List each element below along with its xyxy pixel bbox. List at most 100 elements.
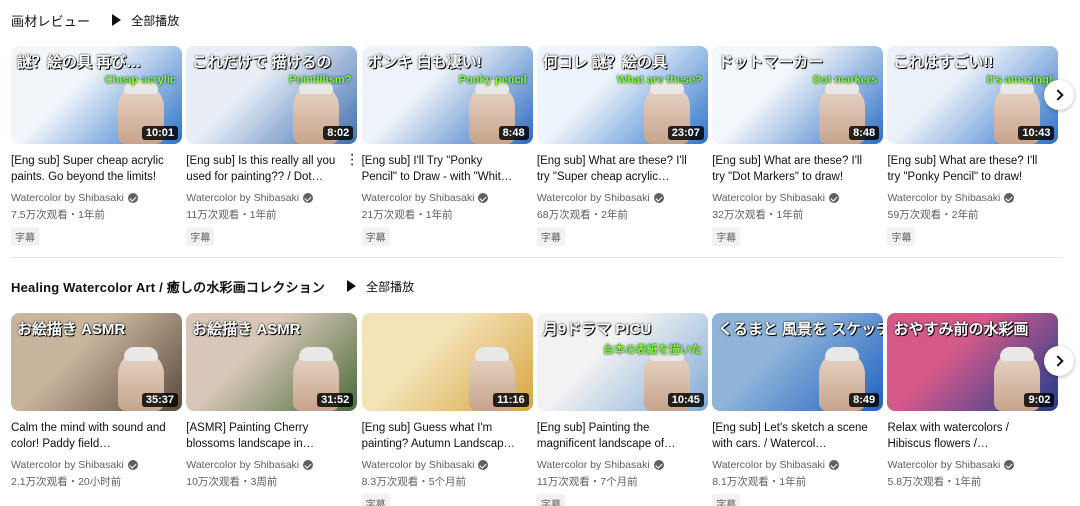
shelf-art-supply-reviews: 画材レビュー 全部播放 謎？絵の具 再び… Cheap acrylic 10:0… [0,0,1080,258]
video-thumbnail[interactable]: 謎？絵の具 再び… Cheap acrylic 10:01 [11,46,182,144]
video-card[interactable]: くるまと 風景を スケッチ 8:49 [Eng sub] Let's sketc… [712,313,884,506]
channel-name[interactable]: Watercolor by Shibasaki [186,192,343,204]
video-title[interactable]: [Eng sub] Is this really all you used fo… [186,153,343,185]
video-thumbnail[interactable]: ドットマーカー Dot markers 8:48 [712,46,884,144]
duration-badge: 35:37 [141,393,178,407]
thumbnail-caption: ドットマーカー [718,54,824,71]
thumbnail-subcaption: Pointillism? [288,74,352,86]
duration-badge: 11:16 [493,393,529,407]
subtitle-badge: 字幕 [887,227,916,246]
thumbnail-subcaption: it's amazing! [986,74,1053,86]
video-thumbnail[interactable]: ポンキ 白も凄い! Ponky pencil 8:48 [361,46,533,144]
channel-label: Watercolor by Shibasaki [11,459,124,471]
video-thumbnail[interactable]: 月9ドラマ PICU 台本の表紙を描いた 10:45 [536,313,708,411]
video-title[interactable]: [Eng sub] Super cheap acrylic paints. Go… [11,153,168,185]
channel-name[interactable]: Watercolor by Shibasaki [537,192,694,204]
video-meta: [Eng sub] I'll Try "Ponky Pencil" to Dra… [361,144,533,246]
video-thumbnail[interactable]: くるまと 風景を スケッチ 8:49 [712,313,884,411]
view-stats: 2.1万次观看・20小时前 [11,476,122,488]
view-stats: 7.5万次观看・1年前 [11,209,105,221]
next-arrow-button[interactable] [1044,346,1074,376]
channel-name[interactable]: Watercolor by Shibasaki [712,192,869,204]
channel-name[interactable]: Watercolor by Shibasaki [186,459,343,471]
shelf-title[interactable]: Healing Watercolor Art / 癒しの水彩画コレクション [11,277,325,296]
video-thumbnail[interactable]: お絵描き ASMR 35:37 [11,313,182,411]
thumbnail-caption: くるまと 風景を スケッチ [718,321,884,338]
duration-badge: 10:43 [1018,126,1055,140]
thumbnail-caption: 謎？絵の具 再び… [17,54,142,71]
video-card[interactable]: これだけで 描けるの Pointillism? 8:02 [Eng sub] I… [186,46,359,246]
play-all-label: 全部播放 [131,13,180,28]
shelf-title[interactable]: 画材レビュー [11,11,90,30]
channel-label: Watercolor by Shibasaki [361,459,475,471]
video-card[interactable]: 11:16 [Eng sub] Guess what I'm painting?… [361,313,533,506]
video-card[interactable]: 何コレ 謎？絵の具 What are these? 23:07 [Eng sub… [536,46,708,246]
video-thumbnail[interactable]: お絵描き ASMR 31:52 [186,313,358,411]
channel-name[interactable]: Watercolor by Shibasaki [712,459,869,471]
channel-name[interactable]: Watercolor by Shibasaki [11,459,168,471]
video-meta: Relax with watercolors / Hibiscus flower… [887,411,1058,489]
video-thumbnail[interactable]: これだけで 描けるの Pointillism? 8:02 [186,46,358,144]
channel-name[interactable]: Watercolor by Shibasaki [537,459,694,471]
play-all-button[interactable]: 全部播放 [347,278,414,295]
channel-name[interactable]: Watercolor by Shibasaki [362,192,519,204]
next-arrow-button[interactable] [1044,80,1074,110]
video-card[interactable]: これはすごい!! it's amazing! 10:43 [Eng sub] W… [887,46,1059,246]
video-card[interactable]: お絵描き ASMR 31:52 [ASMR] Painting Cherry b… [186,313,358,506]
video-card[interactable]: 月9ドラマ PICU 台本の表紙を描いた 10:45 [Eng sub] Pai… [536,313,708,506]
duration-badge: 8:49 [849,393,880,407]
video-card[interactable]: おやすみ前の水彩画 9:02 Relax with watercolors / … [887,313,1059,506]
subtitle-badge: 字幕 [361,227,390,246]
video-title[interactable]: [Eng sub] I'll Try "Ponky Pencil" to Dra… [362,153,519,185]
more-options-icon[interactable]: ⋮ [345,152,359,166]
video-title[interactable]: [Eng sub] Painting the magnificent lands… [537,420,694,452]
video-thumbnail[interactable]: おやすみ前の水彩画 9:02 [887,313,1059,411]
thumbnail-caption: お絵描き ASMR [17,321,126,338]
subtitle-badge: 字幕 [536,227,565,246]
video-title[interactable]: Calm the mind with sound and color! Padd… [11,420,168,452]
video-thumbnail[interactable]: これはすごい!! it's amazing! 10:43 [887,46,1059,144]
view-stats: 11万次观看・1年前 [186,209,277,221]
duration-badge: 8:48 [498,126,529,140]
video-title[interactable]: [Eng sub] Let's sketch a scene with cars… [712,420,869,452]
video-meta: [Eng sub] Is this really all you used fo… [186,144,357,246]
subtitle-badge: 字幕 [712,227,741,246]
channel-name[interactable]: Watercolor by Shibasaki [887,459,1044,471]
channel-name[interactable]: Watercolor by Shibasaki [11,192,168,204]
video-card[interactable]: ドットマーカー Dot markers 8:48 [Eng sub] What … [712,46,884,246]
video-card[interactable]: ポンキ 白も凄い! Ponky pencil 8:48 [Eng sub] I'… [361,46,533,246]
thumbnail-caption: お絵描き ASMR [192,321,301,338]
duration-badge: 10:01 [141,126,178,140]
video-card[interactable]: お絵描き ASMR 35:37 Calm the mind with sound… [11,313,182,506]
chevron-right-icon [1051,355,1064,367]
verified-check-icon [303,460,314,470]
play-icon [347,280,357,292]
video-card[interactable]: 謎？絵の具 再び… Cheap acrylic 10:01 [Eng sub] … [11,46,182,246]
video-title[interactable]: [Eng sub] What are these? I'll try "Ponk… [887,153,1044,185]
channel-label: Watercolor by Shibasaki [186,459,300,471]
video-row: お絵描き ASMR 35:37 Calm the mind with sound… [11,313,1063,506]
video-thumbnail[interactable]: 何コレ 謎？絵の具 What are these? 23:07 [536,46,708,144]
duration-badge: 10:45 [667,393,704,407]
channel-label: Watercolor by Shibasaki [712,459,826,471]
verified-check-icon [1004,460,1015,470]
channel-name[interactable]: Watercolor by Shibasaki [887,192,1044,204]
verified-check-icon [653,193,664,203]
video-title[interactable]: [Eng sub] What are these? I'll try "Supe… [537,153,694,185]
duration-badge: 31:52 [317,393,354,407]
channel-label: Watercolor by Shibasaki [712,192,826,204]
play-all-button[interactable]: 全部播放 [112,12,179,29]
channel-label: Watercolor by Shibasaki [887,459,1001,471]
video-title[interactable]: Relax with watercolors / Hibiscus flower… [887,420,1044,452]
video-title[interactable]: [Eng sub] Guess what I'm painting? Autum… [362,420,519,452]
channel-name[interactable]: Watercolor by Shibasaki [362,459,519,471]
video-thumbnail[interactable]: 11:16 [361,313,533,411]
verified-check-icon [829,460,840,470]
subtitle-badge: 字幕 [712,494,741,506]
video-title[interactable]: [Eng sub] What are these? I'll try "Dot … [712,153,869,185]
view-stats: 10万次观看・3周前 [186,476,278,488]
thumbnail-subcaption: Cheap acrylic [104,74,176,86]
thumbnail-caption: 何コレ 謎？絵の具 [542,54,668,71]
shelf-divider [11,257,1063,258]
video-title[interactable]: [ASMR] Painting Cherry blossoms landscap… [186,420,343,452]
